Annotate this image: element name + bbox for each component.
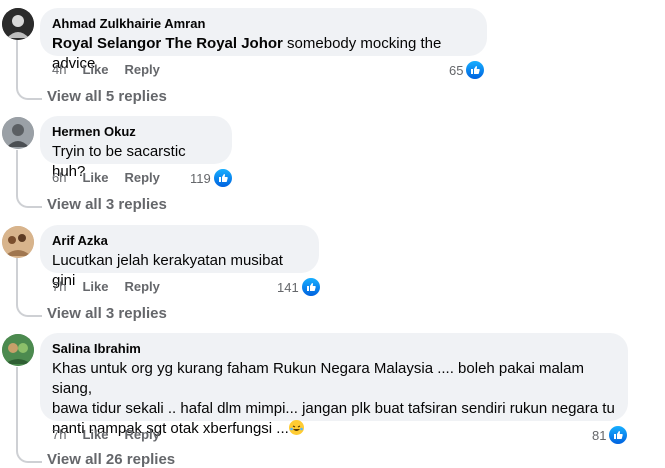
like-button[interactable]: Like [82,62,108,77]
like-button[interactable]: Like [82,279,108,294]
commenter-name[interactable]: Hermen Okuz [52,124,220,140]
view-replies-link[interactable]: View all 3 replies [47,196,167,213]
like-button[interactable]: Like [82,170,108,185]
thread-line [16,258,18,301]
avatar[interactable] [2,8,34,40]
like-count-value: 81 [592,427,607,443]
comment-bubble: Arif Azka Lucutkan jelah kerakyatan musi… [40,225,319,289]
view-replies-link[interactable]: View all 3 replies [47,305,167,322]
reply-button[interactable]: Reply [124,279,159,294]
reply-button[interactable]: Reply [124,427,159,442]
like-count-value: 65 [449,62,464,78]
commenter-name[interactable]: Ahmad Zulkhairie Amran [52,16,475,32]
avatar[interactable] [2,226,34,258]
timestamp[interactable]: 7h [52,279,66,294]
thread-line [16,40,18,84]
comment-actions: 7h Like Reply [52,279,160,294]
like-count-value: 141 [277,279,299,295]
like-count-value: 119 [190,170,211,186]
thread-connector [16,84,42,100]
thumbs-up-icon [465,60,486,80]
reply-button[interactable]: Reply [124,170,159,185]
commenter-name[interactable]: Arif Azka [52,233,307,249]
avatar[interactable] [2,334,34,366]
thumbs-up-icon [212,168,233,188]
comment-text-line: Khas untuk org yg kurang faham Rukun Neg… [52,360,584,397]
thread-connector [16,301,42,317]
thread-connector [16,192,42,208]
timestamp[interactable]: 6h [52,170,66,185]
comment-bubble: Salina Ibrahim Khas untuk org yg kurang … [40,333,628,437]
thread-line [16,367,18,447]
like-count[interactable]: 141 [277,277,321,297]
like-count[interactable]: 119 [190,168,233,188]
timestamp[interactable]: 7h [52,427,66,442]
thread-connector [16,447,42,463]
view-replies-link[interactable]: View all 5 replies [47,88,167,105]
like-count[interactable]: 65 [449,60,486,80]
comment-actions: 7h Like Reply [52,427,160,442]
comment-actions: 4h Like Reply [52,62,160,77]
comment-actions: 6h Like Reply [52,170,160,185]
avatar[interactable] [2,117,34,149]
timestamp[interactable]: 4h [52,62,66,77]
comment-bubble: Ahmad Zulkhairie Amran Royal Selangor Th… [40,8,487,72]
comment-text-line: bawa tidur sekali .. hafal dlm mimpi... … [52,400,615,417]
thumbs-up-icon [300,277,321,297]
thumbs-up-icon [608,425,629,445]
like-count[interactable]: 81 [592,425,629,445]
thread-line [16,150,18,192]
view-replies-link[interactable]: View all 26 replies [47,451,175,468]
commenter-name[interactable]: Salina Ibrahim [52,341,616,357]
like-button[interactable]: Like [82,427,108,442]
rolling-on-floor-laughing-emoji-icon [288,420,304,435]
comment-bubble: Hermen Okuz Tryin to be sacarstic huh? [40,116,232,180]
reply-button[interactable]: Reply [124,62,159,77]
mention-link[interactable]: Royal Selangor The Royal Johor [52,35,283,52]
